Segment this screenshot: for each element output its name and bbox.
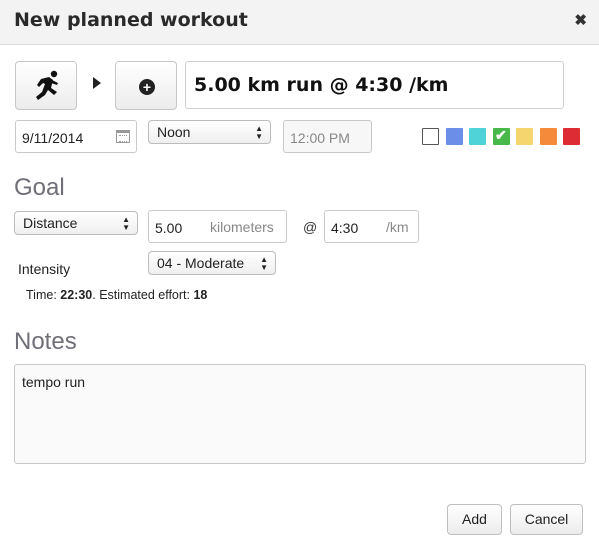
notes-value: tempo run [22, 374, 86, 390]
select-caret-icon: ▲ ▼ [255, 124, 263, 141]
color-swatch[interactable] [540, 128, 557, 145]
add-button[interactable]: Add [447, 504, 502, 535]
check-icon: ✔ [495, 127, 507, 143]
at-symbol: @ [303, 219, 318, 235]
close-icon[interactable]: ✖ [574, 12, 587, 30]
pace-unit: /km [386, 219, 409, 235]
color-swatch[interactable] [446, 128, 463, 145]
intensity-select[interactable]: 04 - Moderate ▲ ▼ [148, 251, 276, 275]
time-of-day-select[interactable]: Noon ▲ ▼ [148, 120, 271, 144]
pace-input[interactable]: 4:30 /km [324, 210, 419, 243]
goal-heading: Goal [14, 174, 65, 201]
workout-title-input[interactable]: 5.00 km run @ 4:30 /km [185, 61, 564, 109]
effort-value: 18 [193, 288, 208, 302]
cancel-button[interactable]: Cancel [510, 504, 583, 535]
time-input[interactable]: 12:00 PM [283, 120, 372, 153]
date-value: 9/11/2014 [22, 130, 84, 146]
dialog-header: New planned workout ✖ [0, 0, 599, 45]
color-swatch[interactable] [469, 128, 486, 145]
intensity-value: 04 - Moderate [157, 255, 245, 271]
notes-heading: Notes [14, 328, 77, 355]
distance-unit: kilometers [210, 219, 274, 235]
expand-arrow-icon[interactable] [93, 77, 101, 89]
notes-textarea[interactable]: tempo run [14, 364, 586, 464]
distance-value: 5.00 [155, 220, 183, 236]
dialog-title: New planned workout [14, 9, 248, 31]
time-label: Time: [26, 288, 57, 302]
activity-type-button[interactable] [15, 61, 77, 110]
goal-type-select[interactable]: Distance ▲ ▼ [14, 211, 138, 235]
time-of-day-value: Noon [157, 124, 191, 140]
add-activity-button[interactable]: + [115, 61, 177, 110]
distance-input[interactable]: 5.00 kilometers [148, 210, 287, 243]
running-person-icon [36, 70, 58, 100]
intensity-label: Intensity [18, 261, 71, 277]
workout-summary: Time: 22:30. Estimated effort: 18 [26, 288, 207, 302]
plus-circle-icon: + [139, 79, 155, 95]
color-swatch[interactable]: ✔ [493, 127, 510, 145]
select-caret-icon: ▲ ▼ [260, 255, 268, 272]
color-swatch[interactable] [422, 128, 439, 145]
calendar-icon[interactable] [116, 130, 130, 143]
time-placeholder: 12:00 PM [290, 130, 350, 146]
pace-value: 4:30 [331, 220, 359, 236]
select-caret-icon: ▲ ▼ [122, 215, 130, 232]
date-input[interactable]: 9/11/2014 [15, 120, 137, 153]
effort-label: . Estimated effort: [92, 288, 190, 302]
color-swatch[interactable] [516, 128, 533, 145]
goal-type-value: Distance [23, 215, 78, 231]
time-value: 22:30 [60, 288, 93, 302]
color-swatch[interactable] [563, 128, 580, 145]
